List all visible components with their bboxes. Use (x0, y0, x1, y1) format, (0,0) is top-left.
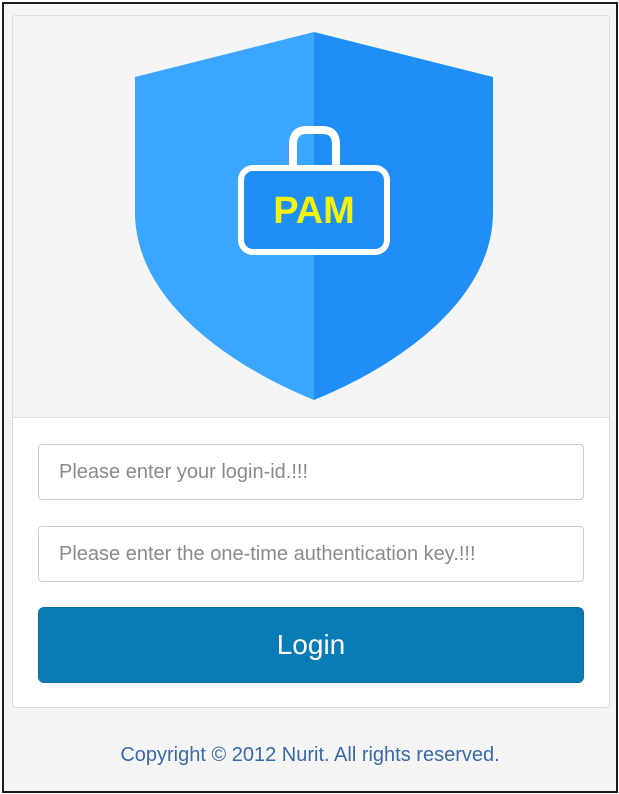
login-id-input[interactable] (38, 444, 584, 500)
logo-area: PAM (13, 16, 609, 418)
login-window: PAM Login Copyright © 2012 Nurit. All ri… (2, 2, 618, 793)
copyright-text: Copyright © 2012 Nurit. All rights reser… (120, 744, 500, 766)
login-card: PAM Login (12, 15, 610, 708)
shield-lock-icon: PAM (135, 32, 493, 400)
otp-key-input[interactable] (38, 526, 584, 582)
login-button[interactable]: Login (38, 607, 584, 683)
logo-text: PAM (273, 190, 355, 232)
